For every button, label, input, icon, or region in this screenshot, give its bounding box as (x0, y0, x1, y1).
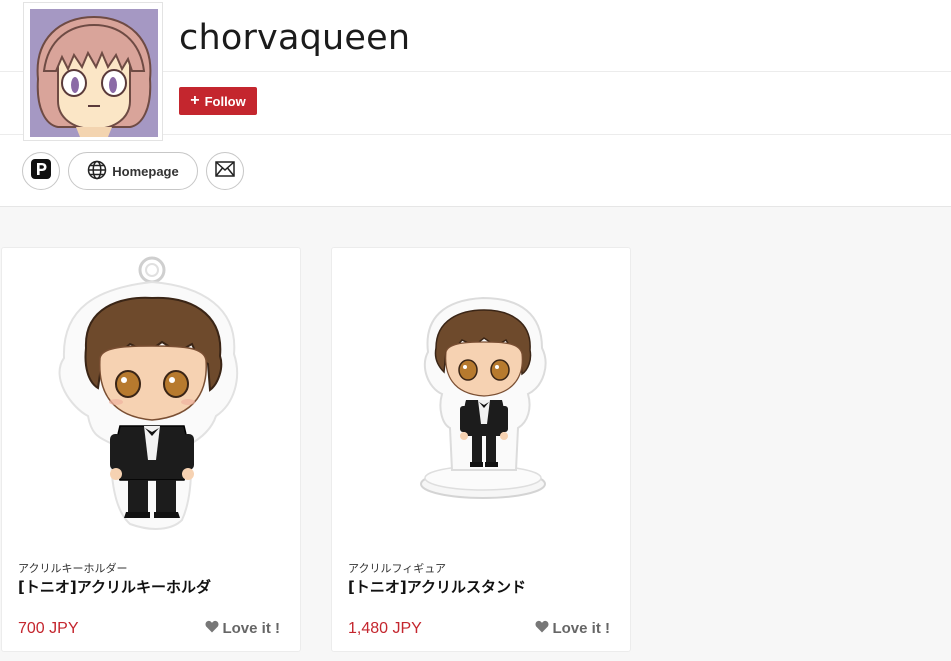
product-image-stand[interactable] (332, 248, 630, 546)
username: chorvaqueen (179, 18, 411, 58)
avatar[interactable] (30, 9, 158, 137)
love-it-button[interactable]: Love it ! (535, 620, 610, 637)
follow-button[interactable]: + Follow (179, 87, 257, 115)
product-category: アクリルフィギュア (348, 562, 447, 575)
product-card[interactable]: アクリルキーホルダー [トニオ]アクリルキーホルダ 700 JPY Love i… (1, 247, 301, 652)
product-card[interactable]: アクリルフィギュア [トニオ]アクリルスタンド 1,480 JPY Love i… (331, 247, 631, 652)
product-title[interactable]: [トニオ]アクリルキーホルダ (18, 576, 211, 597)
product-title[interactable]: [トニオ]アクリルスタンド (348, 576, 526, 597)
love-it-label: Love it ! (222, 620, 280, 637)
follow-label: Follow (204, 93, 246, 109)
profile-header: chorvaqueen + Follow Homepage (0, 0, 951, 207)
plus-icon: + (190, 91, 200, 109)
homepage-link-button[interactable]: Homepage (68, 152, 198, 190)
product-image-keychain[interactable] (2, 248, 300, 546)
globe-icon (87, 160, 107, 183)
heart-icon (535, 620, 549, 637)
pixiv-link-button[interactable] (22, 152, 60, 190)
heart-icon (205, 620, 219, 637)
homepage-label: Homepage (112, 163, 179, 179)
product-price: 700 JPY (18, 620, 79, 637)
love-it-button[interactable]: Love it ! (205, 620, 280, 637)
pixiv-icon (31, 159, 51, 183)
avatar-frame (23, 2, 163, 141)
message-button[interactable] (206, 152, 244, 190)
love-it-label: Love it ! (552, 620, 610, 637)
envelope-icon (215, 161, 235, 181)
product-category: アクリルキーホルダー (18, 562, 128, 575)
product-price: 1,480 JPY (348, 620, 422, 637)
